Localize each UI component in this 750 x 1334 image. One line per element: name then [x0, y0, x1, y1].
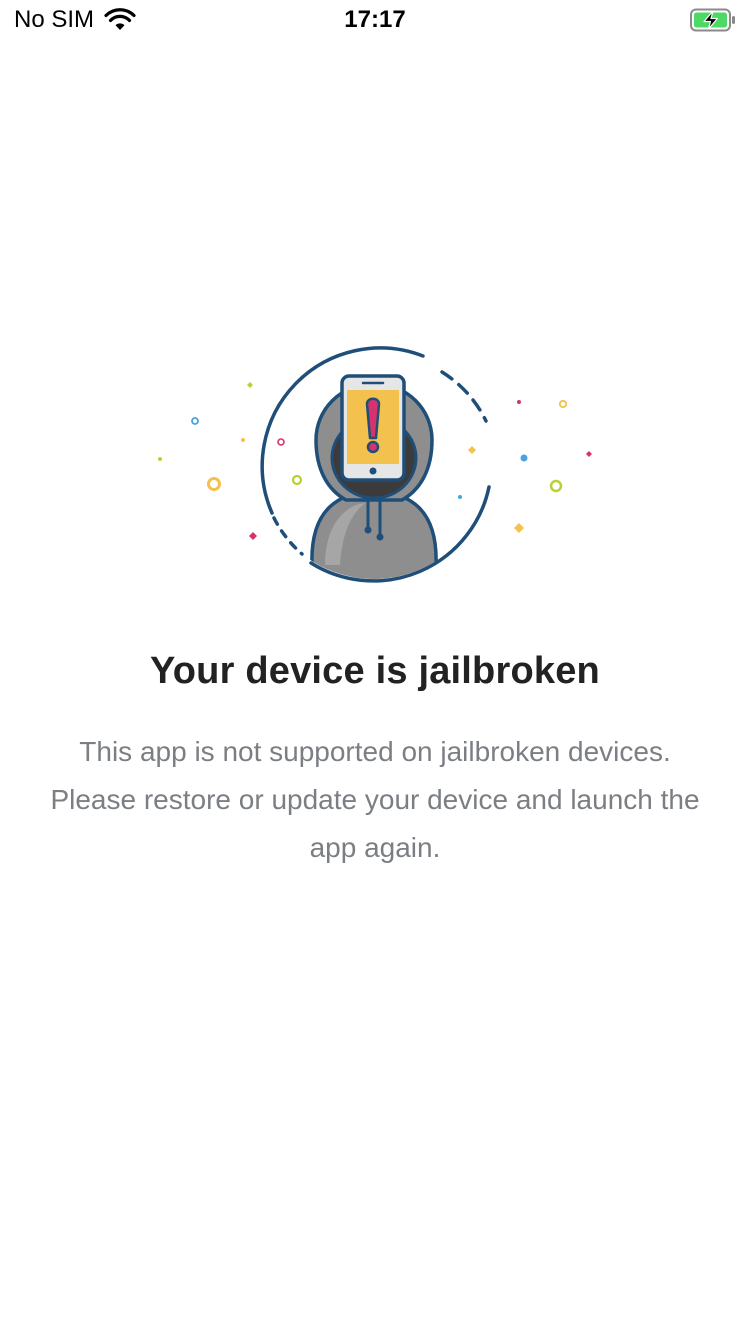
status-time: 17:17 [344, 6, 406, 33]
description-text: This app is not supported on jailbroken … [50, 736, 700, 863]
hooded-hacker-with-warning-phone-icon [158, 346, 592, 583]
page-title: Your device is jailbroken [150, 650, 600, 692]
jailbreak-screen: No SIM 17:17 Your device is jailbroken T… [0, 0, 750, 1334]
battery-charging-icon [690, 8, 735, 32]
status-bar: No SIM 17:17 [0, 0, 750, 40]
